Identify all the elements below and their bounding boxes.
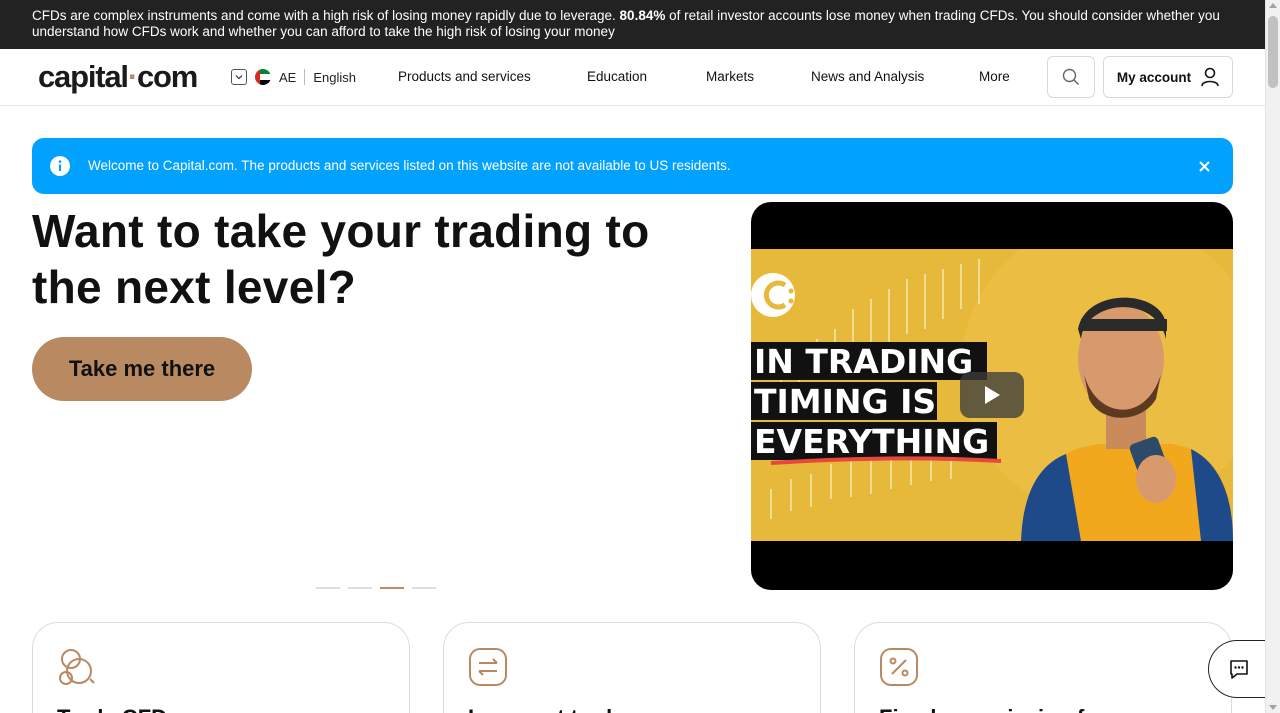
exchange-icon bbox=[469, 648, 507, 686]
scroll-up-arrow-icon[interactable] bbox=[1269, 3, 1277, 8]
promo-video-player[interactable]: IN TRADING TIMING IS EVERYTHING bbox=[751, 202, 1233, 590]
video-line-2: TIMING IS bbox=[754, 382, 936, 421]
nav-news-and-analysis[interactable]: News and Analysis bbox=[811, 69, 924, 84]
percent-icon bbox=[880, 648, 918, 686]
page-scrollbar[interactable] bbox=[1265, 0, 1280, 713]
carousel-dot[interactable] bbox=[412, 587, 436, 589]
search-icon bbox=[1062, 68, 1079, 85]
user-icon bbox=[1201, 67, 1219, 87]
region-code: AE bbox=[279, 69, 297, 85]
nav-products-and-services[interactable]: Products and services bbox=[398, 69, 531, 84]
chat-icon bbox=[1229, 660, 1248, 679]
chevron-down-icon[interactable] bbox=[231, 69, 247, 85]
scrollbar-thumb[interactable] bbox=[1268, 16, 1278, 88]
take-me-there-button[interactable]: Take me there bbox=[32, 337, 252, 401]
play-icon bbox=[985, 386, 1000, 404]
feature-card-low-cost-trades[interactable]: Low-cost trades bbox=[443, 622, 821, 713]
carousel-dot[interactable] bbox=[348, 587, 372, 589]
my-account-label: My account bbox=[1116, 69, 1192, 85]
language-label[interactable]: English bbox=[313, 70, 356, 85]
feature-card-fixed-commission[interactable]: Fixed commission fees bbox=[854, 622, 1232, 713]
us-residents-notice: Welcome to Capital.com. The products and… bbox=[32, 138, 1233, 194]
nav-more[interactable]: More bbox=[979, 69, 1010, 84]
nav-education[interactable]: Education bbox=[587, 69, 647, 84]
risk-warning-text: CFDs are complex instruments and come wi… bbox=[32, 8, 616, 23]
uae-flag-icon bbox=[255, 69, 271, 85]
search-button[interactable] bbox=[1047, 56, 1095, 98]
carousel-dot[interactable] bbox=[316, 587, 340, 589]
chat-button[interactable] bbox=[1208, 640, 1268, 698]
notice-text: Welcome to Capital.com. The products and… bbox=[88, 158, 731, 173]
my-account-button[interactable]: My account bbox=[1103, 56, 1233, 98]
video-line-1: IN TRADING bbox=[754, 342, 973, 381]
carousel-indicators bbox=[316, 587, 436, 589]
capital-com-logo[interactable]: capital·com bbox=[38, 59, 198, 95]
play-button[interactable] bbox=[960, 372, 1024, 418]
video-line-3: EVERYTHING bbox=[754, 422, 989, 461]
site-header: capital·com AE English Products and serv… bbox=[0, 49, 1265, 106]
card-title: Fixed commission fees bbox=[879, 705, 1121, 713]
risk-percentage: 80.84% bbox=[619, 8, 666, 23]
card-title: Low-cost trades bbox=[468, 705, 637, 713]
region-language-selector[interactable]: AE English bbox=[231, 68, 356, 86]
coins-icon bbox=[59, 649, 95, 685]
hero-title: Want to take your trading to the next le… bbox=[32, 205, 650, 313]
close-icon[interactable] bbox=[1193, 155, 1215, 177]
feature-card-trade-cfds[interactable]: Trade CFDs bbox=[32, 622, 410, 713]
scroll-down-arrow-icon[interactable] bbox=[1269, 705, 1277, 710]
card-title: Trade CFDs bbox=[57, 705, 179, 713]
risk-warning-banner: CFDs are complex instruments and come wi… bbox=[0, 0, 1265, 49]
nav-markets[interactable]: Markets bbox=[706, 69, 754, 84]
carousel-dot-active[interactable] bbox=[380, 587, 404, 589]
info-icon bbox=[50, 156, 70, 176]
